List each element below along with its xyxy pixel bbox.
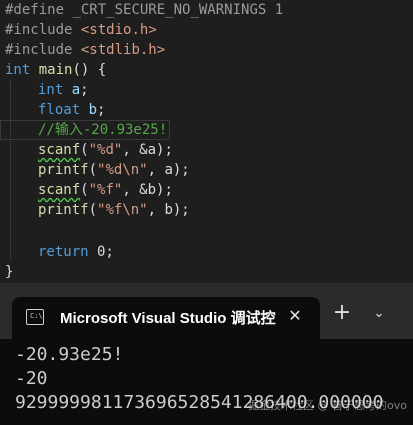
indent-guide [10,80,11,260]
close-icon[interactable]: ✕ [284,305,306,327]
code-line-10[interactable]: scanf("%f", &b); [38,180,173,200]
code-line-1[interactable]: #define _CRT_SECURE_NO_WARNINGS 1 [5,0,283,20]
output-line-2: -20 [15,368,48,389]
debug-console-window: C:\ Microsoft Visual Studio 调试控 ✕ + ⌄ -2… [0,283,413,425]
code-line-3[interactable]: #include <stdlib.h> [5,40,165,60]
code-editor[interactable]: #define _CRT_SECURE_NO_WARNINGS 1 #inclu… [0,0,413,283]
code-line-9[interactable]: printf("%d\n", a); [38,160,190,180]
code-line-8[interactable]: scanf("%d", &a); [38,140,173,160]
code-line-7-comment[interactable]: //输入-20.93e25! [38,120,167,140]
watermark: 掘金技术社区 @ 善于思考的ovo [248,399,407,412]
code-line-2[interactable]: #include <stdio.h> [5,20,157,40]
code-line-4[interactable]: int main() { [5,60,106,80]
console-icon: C:\ [26,309,44,325]
code-line-13[interactable]: return 0; [38,242,114,262]
code-line-5[interactable]: int a; [38,80,89,100]
code-line-14[interactable]: } [5,262,13,282]
code-line-11[interactable]: printf("%f\n", b); [38,200,190,220]
output-line-1: -20.93e25! [15,344,124,365]
chevron-down-icon[interactable]: ⌄ [368,303,390,325]
tab-title: Microsoft Visual Studio 调试控 [60,310,276,327]
new-tab-button[interactable]: + [330,301,354,325]
terminal-tab[interactable]: C:\ Microsoft Visual Studio 调试控 ✕ [12,297,320,339]
code-line-6[interactable]: float b; [38,100,105,120]
terminal-tab-bar: C:\ Microsoft Visual Studio 调试控 ✕ + ⌄ [0,283,413,339]
